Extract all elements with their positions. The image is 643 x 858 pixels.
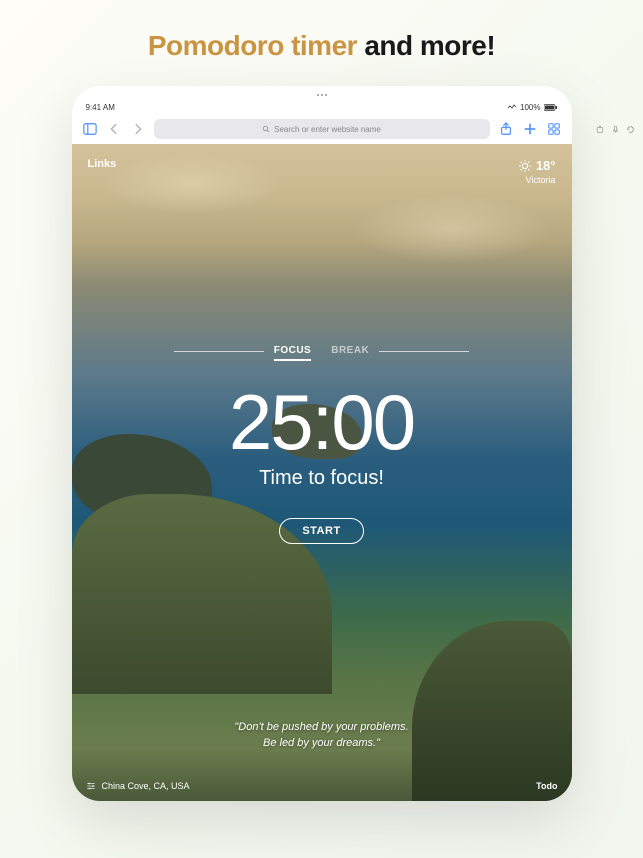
search-icon: [262, 125, 270, 133]
timer-slogan: Time to focus!: [259, 467, 384, 490]
timer-tabs: FOCUS BREAK: [274, 345, 370, 367]
tab-focus[interactable]: FOCUS: [274, 345, 312, 361]
todo-button[interactable]: Todo: [536, 781, 557, 791]
headline-accent: Pomodoro timer: [148, 30, 357, 61]
address-bar[interactable]: Search or enter website name: [154, 119, 490, 139]
location-text: China Cove, CA, USA: [102, 781, 190, 791]
address-placeholder: Search or enter website name: [274, 125, 381, 134]
status-time: 9:41 AM: [86, 103, 115, 112]
sidebar-icon[interactable]: [82, 121, 98, 137]
timer-display: 25:00: [229, 383, 414, 461]
photo-location[interactable]: China Cove, CA, USA: [86, 781, 190, 791]
start-button[interactable]: START: [279, 518, 363, 544]
tabs-grid-icon[interactable]: [546, 121, 562, 137]
share-icon[interactable]: [498, 121, 514, 137]
multitasking-dots: [72, 86, 572, 100]
page-content: Links 18° Victoria FOCUS BREAK 25:00 Tim…: [72, 144, 572, 801]
quote-line-1: "Don't be pushed by your problems.: [72, 720, 572, 735]
new-tab-icon[interactable]: [522, 121, 538, 137]
daily-quote: "Don't be pushed by your problems. Be le…: [72, 720, 572, 751]
browser-toolbar: Search or enter website name: [72, 114, 572, 144]
promo-headline: Pomodoro timer and more!: [148, 30, 495, 62]
quote-line-2: Be led by your dreams.": [72, 736, 572, 751]
headline-rest: and more!: [357, 30, 495, 61]
settings-sliders-icon: [86, 781, 96, 791]
forward-icon[interactable]: [130, 121, 146, 137]
battery-indicator: 100%: [507, 103, 557, 112]
battery-percent: 100%: [520, 103, 540, 112]
tab-break[interactable]: BREAK: [331, 345, 369, 361]
device-frame: 9:41 AM 100% Search or enter website nam…: [72, 86, 572, 801]
back-icon[interactable]: [106, 121, 122, 137]
status-bar: 9:41 AM 100%: [72, 100, 572, 114]
